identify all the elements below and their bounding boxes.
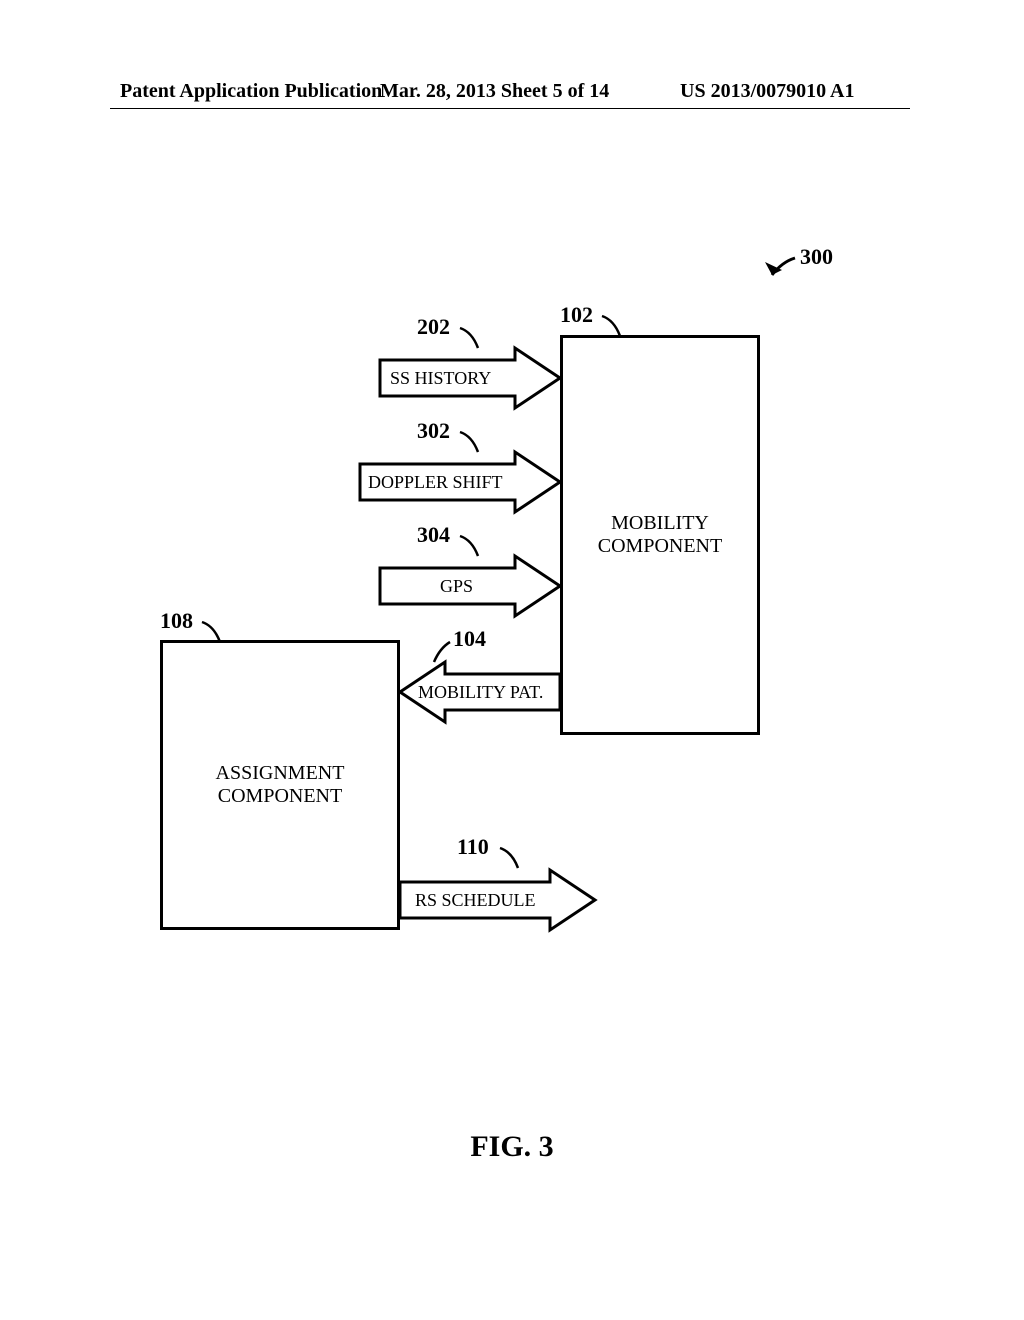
ref-304: 304	[417, 522, 450, 548]
diagram-svg: SS HISTORY DOPPLER SHIFT GPS MOBILITY PA…	[0, 0, 1024, 1320]
ref-110: 110	[457, 834, 489, 860]
ref-300: 300	[800, 244, 833, 270]
arrow-doppler-label: DOPPLER SHIFT	[368, 472, 503, 492]
header-rule	[110, 108, 910, 109]
ref-202: 202	[417, 314, 450, 340]
arrow-mobility-pat-label: MOBILITY PAT.	[418, 682, 543, 702]
ref-108: 108	[160, 608, 193, 634]
mobility-component-label: MOBILITY COMPONENT	[598, 512, 722, 558]
header-right: US 2013/0079010 A1	[680, 80, 854, 103]
arrow-ss-history: SS HISTORY	[380, 348, 560, 408]
assignment-component-box: ASSIGNMENT COMPONENT	[160, 640, 400, 930]
arrow-gps: GPS	[380, 556, 560, 616]
assignment-component-label: ASSIGNMENT COMPONENT	[216, 762, 345, 808]
ref-302: 302	[417, 418, 450, 444]
arrow-mobility-pat: MOBILITY PAT.	[400, 662, 560, 722]
figure-caption: FIG. 3	[0, 1130, 1024, 1164]
arrow-ss-history-label: SS HISTORY	[390, 368, 491, 388]
arrow-rs-schedule: RS SCHEDULE	[400, 870, 595, 930]
page: Patent Application Publication Mar. 28, …	[0, 0, 1024, 1320]
ref-104: 104	[453, 626, 486, 652]
arrow-doppler: DOPPLER SHIFT	[360, 452, 560, 512]
header-left: Patent Application Publication	[120, 80, 382, 103]
arrow-gps-label: GPS	[440, 576, 473, 596]
arrow-rs-schedule-label: RS SCHEDULE	[415, 890, 536, 910]
ref-102: 102	[560, 302, 593, 328]
mobility-component-box: MOBILITY COMPONENT	[560, 335, 760, 735]
header-center: Mar. 28, 2013 Sheet 5 of 14	[380, 80, 609, 103]
